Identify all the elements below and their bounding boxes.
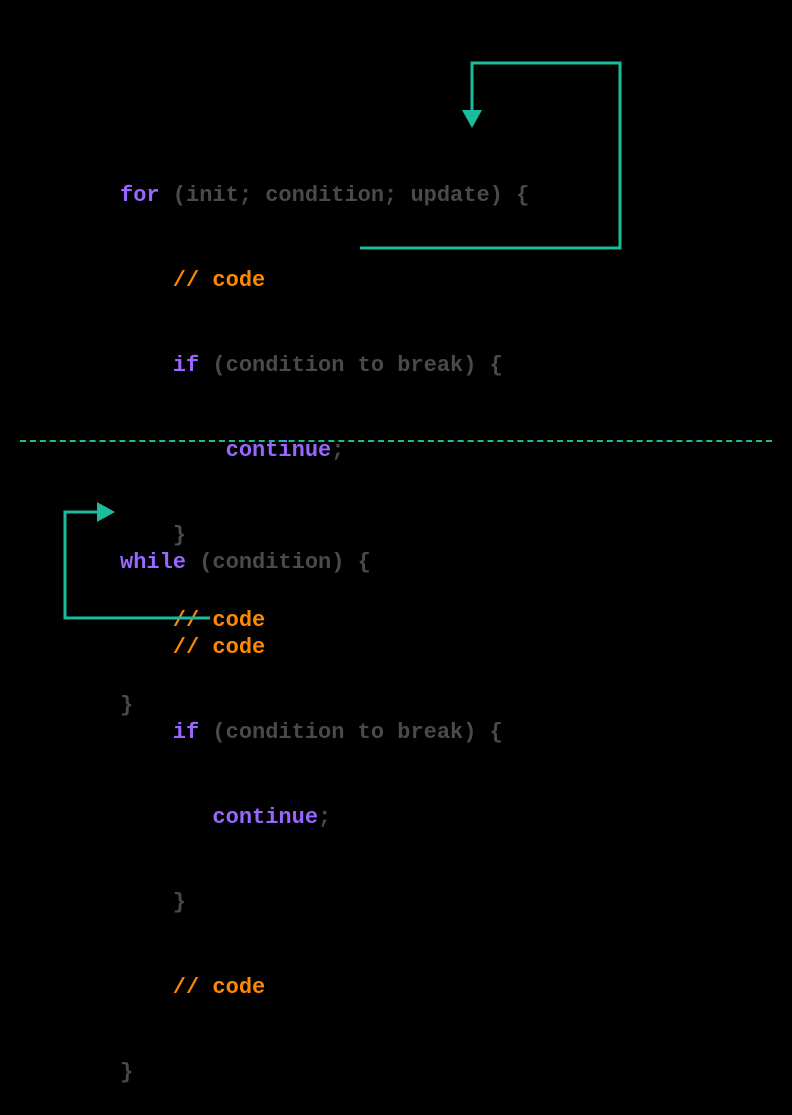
comment-slash: // xyxy=(120,635,212,660)
for-line-1: for (init; condition; update) { xyxy=(120,178,529,213)
comment-code: code xyxy=(212,268,265,293)
while-loop-code: while (condition) { // code if (conditio… xyxy=(120,495,503,1115)
indent xyxy=(120,805,212,830)
section-divider xyxy=(20,440,772,442)
if-keyword: if xyxy=(120,720,212,745)
while-line-5: } xyxy=(120,885,503,920)
for-line-4: continue; xyxy=(120,433,529,468)
while-line-3: if (condition to break) { xyxy=(120,715,503,750)
if-condition: (condition to break) { xyxy=(212,353,502,378)
for-keyword: for xyxy=(120,183,160,208)
comment-code: code xyxy=(212,975,265,1000)
close-brace: } xyxy=(120,890,186,915)
comment-slash: // xyxy=(120,268,212,293)
semicolon: ; xyxy=(318,805,331,830)
for-line-3: if (condition to break) { xyxy=(120,348,529,383)
for-header: (init; condition; update) { xyxy=(160,183,530,208)
for-line-2: // code xyxy=(120,263,529,298)
continue-keyword: continue xyxy=(212,805,318,830)
while-line-6: // code xyxy=(120,970,503,1005)
comment-slash: // xyxy=(120,975,212,1000)
while-line-1: while (condition) { xyxy=(120,545,503,580)
while-line-2: // code xyxy=(120,630,503,665)
while-header: (condition) { xyxy=(186,550,371,575)
while-keyword: while xyxy=(120,550,186,575)
if-keyword: if xyxy=(120,353,212,378)
comment-code: code xyxy=(212,635,265,660)
while-line-4: continue; xyxy=(120,800,503,835)
close-brace: } xyxy=(120,1060,133,1085)
while-line-7: } xyxy=(120,1055,503,1090)
if-condition: (condition to break) { xyxy=(212,720,502,745)
